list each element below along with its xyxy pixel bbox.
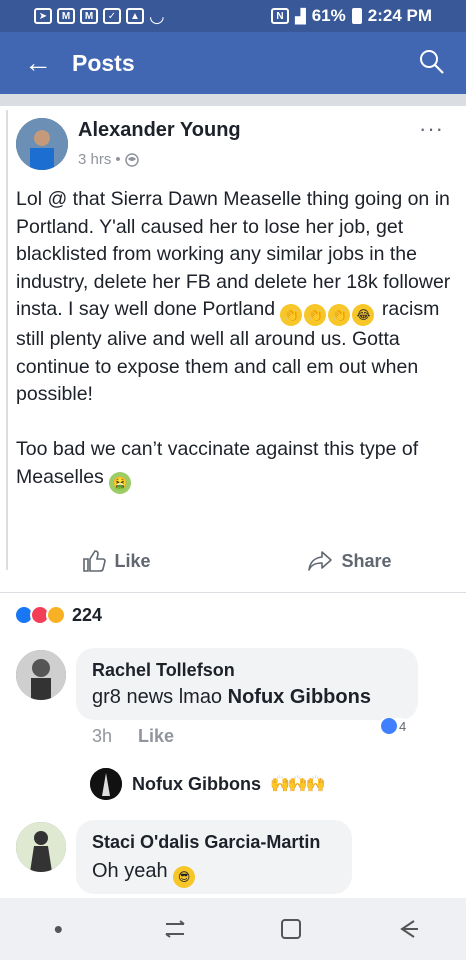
status-left-icons: ➤ M M ✓ ▲ ◡: [0, 6, 165, 27]
more-options-icon[interactable]: ···: [419, 116, 444, 142]
reaction-count: 224: [72, 604, 103, 625]
dot-separator: •: [115, 151, 121, 168]
like-button[interactable]: Like: [0, 538, 233, 584]
haha-icon: [46, 605, 66, 625]
reaction-icons: [14, 605, 66, 625]
commenter-avatar[interactable]: [16, 650, 66, 700]
share-icon: [308, 551, 333, 571]
system-nav-bar: •: [0, 898, 466, 960]
laughing-emoji-icon: 😂: [352, 304, 375, 326]
comment-text: Oh yeah 😎: [92, 860, 197, 888]
mail-icon: M: [80, 8, 98, 24]
comment-like-count: 4: [399, 718, 407, 734]
post-timestamp: 3 hrs: [78, 151, 112, 168]
feed-divider: [0, 94, 466, 106]
comment-bubble[interactable]: [76, 648, 418, 720]
battery-icon: [351, 8, 362, 24]
commenter-name[interactable]: Rachel Tollefson: [92, 660, 235, 681]
post-body: Lol @ that Sierra Dawn Measelle thing go…: [16, 186, 456, 494]
back-icon[interactable]: [388, 909, 428, 949]
comment-like-button[interactable]: Like: [138, 726, 174, 747]
home-icon[interactable]: [271, 909, 311, 949]
checklist-icon: ✓: [103, 8, 121, 24]
comment-item: Staci O'dalis Garcia-Martin Oh yeah 😎: [0, 814, 466, 898]
top-nav-bar: ← Posts: [0, 32, 466, 94]
location-icon: ➤: [34, 8, 52, 24]
thumbs-up-icon: [83, 550, 107, 572]
comment-item: Rachel Tollefson gr8 news lmao Nofux Gib…: [0, 640, 466, 760]
reply-avatar[interactable]: [90, 768, 122, 800]
dot-icon[interactable]: •: [38, 909, 78, 949]
clap-emoji-icon: 👏: [280, 304, 303, 326]
commenter-name[interactable]: Staci O'dalis Garcia-Martin: [92, 832, 320, 853]
status-bar: ➤ M M ✓ ▲ ◡ N ▟ 61% 2:24 PM: [0, 0, 466, 32]
battery-percent: 61%: [311, 6, 346, 25]
commenter-avatar[interactable]: [16, 822, 66, 872]
comment-like-badge[interactable]: 4: [378, 718, 410, 734]
sunglasses-emoji-icon: 😎: [173, 866, 196, 888]
globe-icon: [124, 152, 139, 167]
nfc-icon: N: [270, 8, 289, 24]
recent-apps-icon[interactable]: [155, 909, 195, 949]
post-text-part2: racism still plenty alive and well all a…: [16, 298, 440, 488]
comment-meta: 3h Like: [92, 726, 174, 747]
reply-item[interactable]: Nofux Gibbons 🙌🙌🙌: [0, 764, 466, 804]
like-icon: [381, 718, 397, 734]
post-time[interactable]: 3 hrs •: [78, 151, 139, 168]
status-right: N ▟ 61% 2:24 PM: [270, 6, 466, 26]
wifi-icon: ◡: [149, 5, 165, 26]
left-edge-line: [6, 110, 8, 570]
clock: 2:24 PM: [367, 6, 432, 25]
arrow-left-icon[interactable]: ←: [24, 49, 52, 77]
share-button[interactable]: Share: [233, 538, 466, 584]
mention-link[interactable]: Nofux Gibbons: [228, 686, 371, 708]
clap-emoji-icon: 👏: [328, 304, 351, 326]
comment-time: 3h: [92, 726, 113, 746]
post-actions: Like Share: [0, 538, 466, 584]
post-author-name[interactable]: Alexander Young: [78, 119, 241, 142]
signal-icon: ▟: [294, 7, 306, 24]
image-icon: ▲: [126, 8, 144, 24]
comment-text-body: Oh yeah: [92, 860, 174, 882]
search-icon[interactable]: [418, 48, 446, 76]
comment-text: gr8 news lmao Nofux Gibbons: [92, 686, 371, 709]
comment-text-body: gr8 news lmao: [92, 686, 228, 708]
author-avatar[interactable]: [16, 118, 68, 170]
share-label: Share: [341, 550, 392, 571]
post-card: Alexander Young 3 hrs • ··· Lol @ that S…: [0, 106, 466, 590]
like-label: Like: [114, 550, 151, 571]
reply-name[interactable]: Nofux Gibbons: [132, 774, 261, 795]
page-title: Posts: [72, 49, 135, 76]
clap-emoji-icon: 👏: [304, 304, 327, 326]
reactions-bar[interactable]: 224: [0, 592, 466, 637]
mail-icon: M: [57, 8, 75, 24]
vomiting-emoji-icon: 🤮: [109, 471, 132, 494]
praise-emoji-icons: 🙌🙌🙌: [270, 776, 326, 793]
